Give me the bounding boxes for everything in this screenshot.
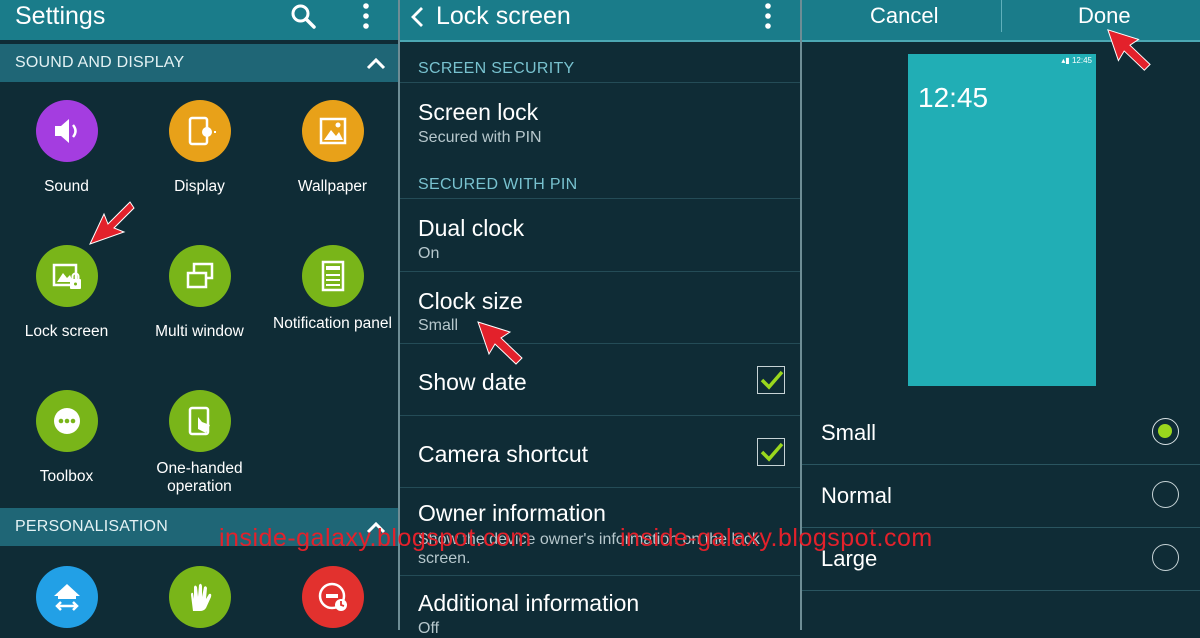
page-title: Settings bbox=[15, 2, 106, 30]
setting-subtitle: Secured with PIN bbox=[418, 129, 542, 146]
option-label: Normal bbox=[821, 483, 892, 508]
setting-row-dual-clock[interactable]: Dual clock On bbox=[400, 198, 800, 272]
tile-easy-mode[interactable] bbox=[0, 566, 133, 628]
preview-clock: 12:45 bbox=[918, 82, 989, 113]
settings-header: Settings bbox=[0, 0, 398, 40]
setting-title: Additional information bbox=[418, 590, 640, 616]
setting-title: Clock size bbox=[418, 288, 523, 314]
setting-title: Camera shortcut bbox=[418, 441, 589, 467]
home-arrows-icon bbox=[35, 566, 98, 628]
tile-motions[interactable] bbox=[133, 566, 266, 628]
header-underline bbox=[400, 40, 800, 42]
radio-small-selected[interactable] bbox=[1152, 418, 1179, 445]
tile-sound[interactable]: Sound bbox=[0, 100, 133, 196]
pointer-arrow-icon bbox=[1107, 29, 1151, 71]
setting-title: Screen lock bbox=[418, 99, 539, 125]
blocking-mode-icon bbox=[301, 566, 364, 628]
section-label: SOUND AND DISPLAY bbox=[15, 54, 185, 71]
setting-row-show-date[interactable]: Show date bbox=[400, 343, 800, 416]
radio-large[interactable] bbox=[1152, 544, 1179, 571]
setting-title: Owner information bbox=[418, 500, 606, 526]
tile-one-handed-operation[interactable]: One-handed operation bbox=[133, 390, 266, 496]
pointer-arrow-icon bbox=[89, 201, 135, 245]
setting-subtitle: On bbox=[418, 245, 440, 262]
status-time: 12:45 bbox=[1071, 56, 1092, 65]
signal-icon: ▴▮ bbox=[1061, 56, 1070, 65]
setting-row-additional-information[interactable]: Additional information Off bbox=[400, 575, 800, 637]
tile-label: Toolbox bbox=[39, 468, 94, 485]
back-arrow-icon[interactable] bbox=[410, 6, 424, 33]
overflow-menu-icon[interactable] bbox=[760, 2, 776, 32]
section-label-screen-security: SCREEN SECURITY bbox=[418, 60, 575, 77]
option-label: Small bbox=[821, 420, 877, 445]
tile-label: Display bbox=[174, 178, 225, 195]
cancel-button[interactable]: Cancel bbox=[870, 3, 938, 29]
camera-shortcut-checkbox[interactable] bbox=[757, 438, 785, 466]
speaker-icon bbox=[35, 100, 98, 162]
search-icon[interactable] bbox=[290, 3, 316, 34]
lock-screen-icon bbox=[35, 245, 98, 307]
action-divider bbox=[1001, 0, 1002, 32]
option-normal[interactable]: Normal bbox=[802, 464, 1200, 528]
hand-icon bbox=[168, 566, 231, 628]
tile-display[interactable]: Display bbox=[133, 100, 266, 196]
lock-screen-header: Lock screen bbox=[400, 0, 800, 40]
tile-label: One-handed operation bbox=[156, 460, 243, 495]
radio-normal[interactable] bbox=[1152, 481, 1179, 508]
multi-window-icon bbox=[168, 245, 231, 307]
show-date-checkbox[interactable] bbox=[757, 366, 785, 394]
radio-dot bbox=[1158, 424, 1172, 438]
section-label-secured-with-pin: SECURED WITH PIN bbox=[418, 176, 578, 193]
setting-title: Show date bbox=[418, 369, 527, 395]
page-title: Lock screen bbox=[436, 2, 571, 30]
tile-toolbox[interactable]: Toolbox bbox=[0, 390, 133, 486]
option-small[interactable]: Small bbox=[802, 401, 1200, 465]
tile-label: Multi window bbox=[155, 323, 244, 340]
toolbox-icon bbox=[35, 390, 98, 452]
status-bar: ▴▮ 12:45 bbox=[1061, 56, 1092, 65]
display-icon bbox=[168, 100, 231, 162]
tile-multi-window[interactable]: Multi window bbox=[133, 245, 266, 341]
setting-title: Dual clock bbox=[418, 215, 525, 241]
section-label: PERSONALISATION bbox=[15, 518, 168, 535]
tile-label: Lock screen bbox=[24, 323, 109, 340]
tile-wallpaper[interactable]: Wallpaper bbox=[266, 100, 398, 196]
pointer-arrow-icon bbox=[477, 321, 523, 365]
watermark-text: inside-galaxy.blogspot.com bbox=[620, 524, 933, 552]
setting-row-clock-size[interactable]: Clock size Small bbox=[400, 271, 800, 344]
watermark-text: inside-galaxy.blogspot.com bbox=[219, 524, 532, 552]
setting-row-screen-lock[interactable]: Screen lock Secured with PIN bbox=[400, 82, 800, 165]
setting-subtitle: Small bbox=[418, 317, 459, 334]
overflow-menu-icon[interactable] bbox=[358, 2, 374, 32]
chevron-up-icon bbox=[366, 56, 386, 75]
setting-subtitle: Off bbox=[418, 620, 440, 637]
tile-lock-screen[interactable]: Lock screen bbox=[0, 245, 133, 341]
tile-notification-panel[interactable]: Notification panel bbox=[266, 245, 398, 333]
setting-row-camera-shortcut[interactable]: Camera shortcut bbox=[400, 415, 800, 488]
section-header-sound-display[interactable]: SOUND AND DISPLAY bbox=[0, 44, 398, 82]
tile-label: Wallpaper bbox=[297, 178, 368, 195]
wallpaper-icon bbox=[301, 100, 364, 162]
lock-screen-preview: ▴▮ 12:45 12:45 bbox=[908, 54, 1096, 386]
one-handed-icon bbox=[168, 390, 231, 452]
tile-label: Sound bbox=[44, 178, 89, 195]
tile-blocking-mode[interactable] bbox=[266, 566, 398, 628]
notification-panel-icon bbox=[301, 245, 364, 307]
tile-label: Notification panel bbox=[273, 315, 392, 332]
